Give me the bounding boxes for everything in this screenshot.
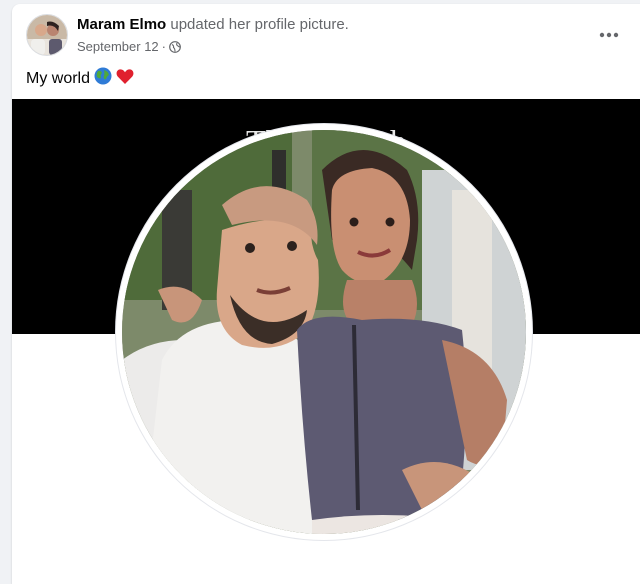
globe-emoji-icon	[94, 67, 112, 90]
feed-post-card: Maram Elmo updated her profile picture. …	[12, 4, 640, 584]
caption-text: My world	[26, 69, 91, 87]
author-name[interactable]: Maram Elmo	[77, 16, 166, 33]
more-icon	[599, 32, 619, 38]
globe-icon[interactable]	[169, 40, 181, 53]
author-line: Maram Elmo updated her profile picture.	[77, 16, 349, 33]
profile-photo	[122, 130, 526, 534]
author-avatar[interactable]	[26, 14, 68, 56]
post-header: Maram Elmo updated her profile picture. …	[12, 4, 640, 64]
red-heart-emoji-icon	[116, 68, 134, 90]
post-meta: September 12 ·	[77, 39, 181, 54]
more-options-button[interactable]	[592, 18, 626, 52]
couple-photo-illustration	[122, 130, 526, 534]
meta-separator: ·	[161, 39, 167, 54]
profile-picture[interactable]	[116, 124, 532, 540]
post-media[interactable]: The d which a pe ectly pr t of t t th y.	[12, 99, 640, 584]
post-caption: My world	[26, 67, 134, 90]
post-date[interactable]: September 12	[77, 39, 159, 54]
post-action: updated her profile picture.	[170, 16, 349, 33]
